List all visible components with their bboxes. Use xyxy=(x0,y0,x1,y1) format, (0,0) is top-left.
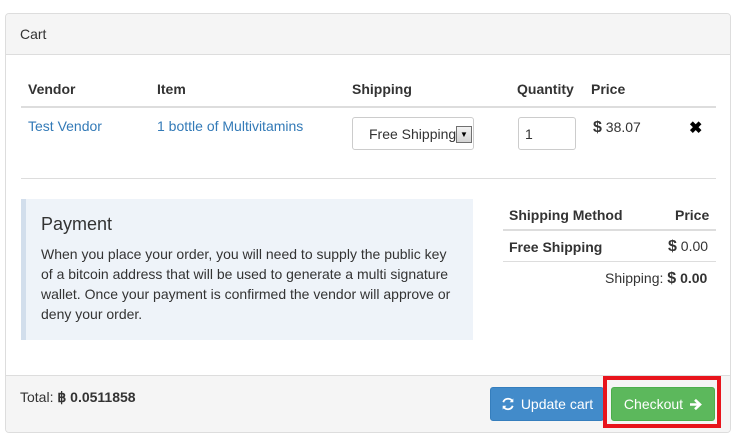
total-value: 0.0511858 xyxy=(70,389,136,405)
payment-title: Payment xyxy=(41,214,113,234)
shipping-method-name: Free Shipping xyxy=(509,239,603,255)
header-quantity: Quantity xyxy=(517,81,574,97)
checkout-highlight-box xyxy=(603,376,721,428)
order-total: Total: ฿ 0.0511858 xyxy=(20,389,136,406)
header-price: Price xyxy=(591,81,626,97)
shipping-select[interactable]: Free Shipping (0 ▼ xyxy=(352,117,474,150)
dollar-icon: $ xyxy=(667,270,677,287)
item-price: $ 38.07 xyxy=(593,119,641,137)
quantity-input[interactable] xyxy=(518,117,576,150)
shipping-select-value: Free Shipping (0 xyxy=(369,126,461,142)
panel-heading: Cart xyxy=(6,14,730,55)
table-row-divider xyxy=(21,178,716,179)
dollar-icon: $ xyxy=(593,119,602,136)
item-price-value: 38.07 xyxy=(605,119,641,135)
header-item: Item xyxy=(157,81,186,97)
cart-panel: Cart Vendor Item Shipping Quantity Price… xyxy=(5,13,731,433)
refresh-icon xyxy=(502,397,514,411)
panel-title: Cart xyxy=(20,26,47,42)
header-vendor: Vendor xyxy=(28,81,76,97)
header-shipping: Shipping xyxy=(352,81,412,97)
remove-x-icon[interactable]: ✖ xyxy=(689,118,702,138)
shipping-price-header: Price xyxy=(675,207,710,223)
shipping-total: Shipping: $ 0.00 xyxy=(605,270,707,288)
shipping-header-divider xyxy=(503,229,716,231)
payment-info-box: Payment When you place your order, you w… xyxy=(21,199,473,340)
shipping-method-price: $ 0.00 xyxy=(668,238,708,256)
table-header-divider xyxy=(21,106,716,108)
chevron-down-icon[interactable]: ▼ xyxy=(456,126,472,143)
shipping-method-header: Shipping Method xyxy=(509,207,623,223)
shipping-method-price-value: 0.00 xyxy=(680,238,709,254)
shipping-row-divider xyxy=(503,261,716,262)
shipping-total-value: 0.00 xyxy=(680,270,708,286)
payment-text: When you place your order, you will need… xyxy=(41,246,451,322)
total-label: Total: xyxy=(20,389,54,405)
dollar-icon: $ xyxy=(668,238,677,255)
update-cart-label: Update cart xyxy=(520,396,594,412)
shipping-total-label: Shipping: xyxy=(605,270,664,286)
vendor-link[interactable]: Test Vendor xyxy=(28,118,102,134)
bitcoin-icon: ฿ xyxy=(57,389,67,405)
item-link[interactable]: 1 bottle of Multivitamins xyxy=(157,118,303,134)
update-cart-button[interactable]: Update cart xyxy=(490,387,604,421)
